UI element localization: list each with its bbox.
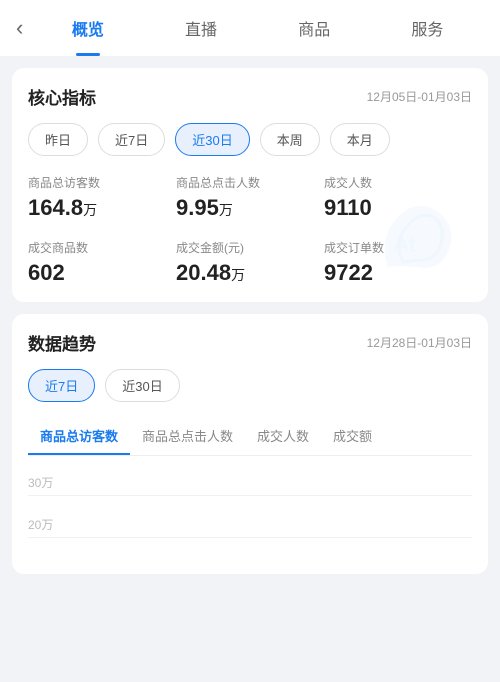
trend-tabs: 商品总访客数商品总点击人数成交人数成交额	[28, 418, 472, 456]
metrics-grid: 商品总访客数 164.8万商品总点击人数 9.95万成交人数 9110 成交商品数 602…	[28, 174, 472, 286]
chart-grid-line	[28, 495, 472, 496]
trend-filter-btn-近7日[interactable]: 近7日	[28, 369, 95, 402]
top-navigation: ‹ 概览 直播 商品 服务	[0, 0, 500, 56]
filter-btn-近30日[interactable]: 近30日	[175, 123, 249, 156]
metric-label: 成交订单数	[324, 239, 472, 256]
metric-value: 9110	[324, 195, 472, 221]
core-metrics-filter-row: 昨日近7日近30日本周本月	[28, 123, 472, 156]
metric-label: 成交人数	[324, 174, 472, 191]
trend-tab-商品总点击人数[interactable]: 商品总点击人数	[130, 418, 245, 455]
filter-btn-近7日[interactable]: 近7日	[98, 123, 165, 156]
metric-value: 602	[28, 260, 176, 286]
metric-item: 商品总访客数 164.8万	[28, 174, 176, 221]
metric-value: 9.95万	[176, 195, 324, 221]
filter-btn-本月[interactable]: 本月	[330, 123, 390, 156]
data-trend-header: 数据趋势 12月28日-01月03日	[28, 330, 472, 355]
metric-label: 成交金额(元)	[176, 239, 324, 256]
back-button[interactable]: ‹	[16, 15, 23, 41]
metric-item: 成交人数 9110	[324, 174, 472, 221]
metric-item: 成交订单数 9722	[324, 239, 472, 286]
filter-btn-本周[interactable]: 本周	[260, 123, 320, 156]
nav-tabs: 概览 直播 商品 服务	[31, 0, 484, 56]
trend-filter-row: 近7日近30日	[28, 369, 472, 402]
trend-filter-btn-近30日[interactable]: 近30日	[105, 369, 179, 402]
metric-item: 成交金额(元) 20.48万	[176, 239, 324, 286]
metric-value: 164.8万	[28, 195, 176, 221]
metric-label: 成交商品数	[28, 239, 176, 256]
data-trend-card: 数据趋势 12月28日-01月03日 近7日近30日 商品总访客数商品总点击人数…	[12, 314, 488, 574]
nav-tab-直播[interactable]: 直播	[177, 0, 225, 56]
nav-tab-概览[interactable]: 概览	[64, 0, 112, 56]
metric-label: 商品总点击人数	[176, 174, 324, 191]
nav-tab-商品[interactable]: 商品	[290, 0, 338, 56]
data-trend-title: 数据趋势	[28, 330, 96, 355]
metric-label: 商品总访客数	[28, 174, 176, 191]
chart-grid-line	[28, 537, 472, 538]
trend-tab-商品总访客数[interactable]: 商品总访客数	[28, 418, 130, 455]
chart-y-label: 30万	[28, 474, 472, 491]
chart-y-label: 20万	[28, 516, 472, 533]
core-metrics-card: 核心指标 12月05日-01月03日 昨日近7日近30日本周本月 商品总访客数 1…	[12, 68, 488, 302]
core-metrics-date: 12月05日-01月03日	[367, 88, 472, 105]
metric-item: 商品总点击人数 9.95万	[176, 174, 324, 221]
nav-tab-服务[interactable]: 服务	[403, 0, 451, 56]
filter-btn-昨日[interactable]: 昨日	[28, 123, 88, 156]
core-metrics-title: 核心指标	[28, 84, 96, 109]
metric-item: 成交商品数 602	[28, 239, 176, 286]
metric-value: 20.48万	[176, 260, 324, 286]
trend-tab-成交人数[interactable]: 成交人数	[245, 418, 321, 455]
metric-value: 9722	[324, 260, 472, 286]
data-trend-date: 12月28日-01月03日	[367, 334, 472, 351]
chart-area: 30万 20万	[28, 466, 472, 538]
core-metrics-header: 核心指标 12月05日-01月03日	[28, 84, 472, 109]
trend-tab-成交额[interactable]: 成交额	[321, 418, 384, 455]
